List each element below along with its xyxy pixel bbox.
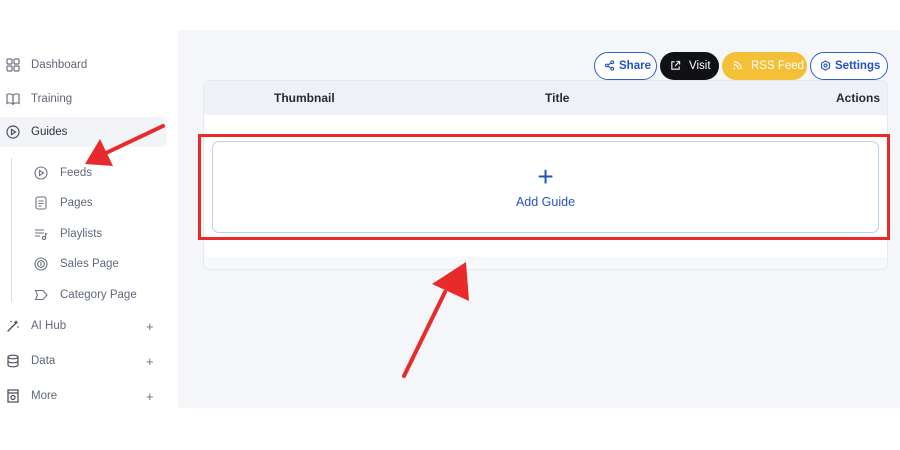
book-icon [5, 91, 21, 107]
sidebar-item-label: More [31, 390, 58, 402]
plus-icon: + [537, 161, 554, 192]
settings-button[interactable]: Settings [810, 52, 888, 80]
sidebar-subitem-feeds[interactable]: Feeds [33, 162, 92, 184]
visit-label: Visit [689, 60, 711, 72]
sidebar-subitem-label: Playlists [60, 228, 103, 240]
rss-icon [732, 60, 743, 72]
sidebar-item-training[interactable]: Training [0, 84, 72, 114]
sidebar: Dashboard Training Guides Feeds Pages Pl… [0, 0, 178, 450]
database-icon [5, 353, 21, 369]
sidebar-item-label: Data [31, 355, 56, 367]
magic-wand-icon [5, 318, 21, 334]
add-guide-label: Add Guide [515, 195, 576, 209]
document-icon [33, 195, 49, 211]
expand-plus-icon[interactable]: + [146, 354, 154, 369]
sidebar-item-more[interactable]: More + [0, 381, 170, 411]
sidebar-subitem-label: Feeds [60, 167, 92, 179]
play-circle-icon [5, 124, 21, 140]
sidebar-item-data[interactable]: Data + [0, 346, 170, 376]
share-icon [604, 60, 615, 72]
share-label: Share [619, 60, 651, 72]
sidebar-item-guides[interactable]: Guides [0, 117, 167, 147]
sidebar-item-label: Dashboard [31, 59, 88, 71]
column-header-thumbnail[interactable]: Thumbnail [274, 91, 335, 105]
share-button[interactable]: Share [594, 52, 657, 80]
visit-button[interactable]: Visit [660, 52, 719, 80]
sidebar-subitem-playlists[interactable]: Playlists [33, 223, 102, 245]
sidebar-item-label: Guides [31, 126, 68, 138]
grid-icon [5, 57, 21, 73]
play-circle-icon [33, 165, 49, 181]
rss-feed-button[interactable]: RSS Feed [722, 52, 807, 80]
column-header-actions[interactable]: Actions [836, 91, 880, 105]
sidebar-subitem-label: Pages [60, 197, 93, 209]
settings-label: Settings [835, 60, 881, 72]
sidebar-subitem-sales-page[interactable]: Sales Page [33, 253, 119, 275]
sidebar-item-dashboard[interactable]: Dashboard [0, 50, 87, 80]
gear-icon [820, 60, 831, 72]
sidebar-item-ai-hub[interactable]: AI Hub + [0, 311, 170, 341]
playlist-icon [33, 226, 49, 242]
table-footer [204, 257, 887, 269]
expand-plus-icon[interactable]: + [146, 319, 154, 334]
table-header: Thumbnail Title Actions [204, 81, 887, 115]
expand-plus-icon[interactable]: + [146, 389, 154, 404]
sidebar-item-label: Training [31, 93, 73, 105]
store-icon [5, 388, 21, 404]
sidebar-subitem-category-page[interactable]: Category Page [33, 284, 137, 306]
external-link-icon [670, 60, 681, 72]
dollar-badge-icon [33, 256, 49, 272]
add-guide-button[interactable]: + Add Guide [212, 141, 879, 233]
sidebar-subitem-label: Category Page [60, 289, 137, 301]
page-toolbar: Share Visit RSS Feed Settings [594, 52, 888, 80]
tag-icon [33, 287, 49, 303]
sidebar-subitem-label: Sales Page [60, 258, 119, 270]
column-header-title[interactable]: Title [545, 91, 569, 105]
submenu-guide-line [11, 158, 12, 302]
sidebar-subitem-pages[interactable]: Pages [33, 192, 93, 214]
rss-feed-label: RSS Feed [751, 60, 805, 72]
sidebar-item-label: AI Hub [31, 320, 67, 332]
